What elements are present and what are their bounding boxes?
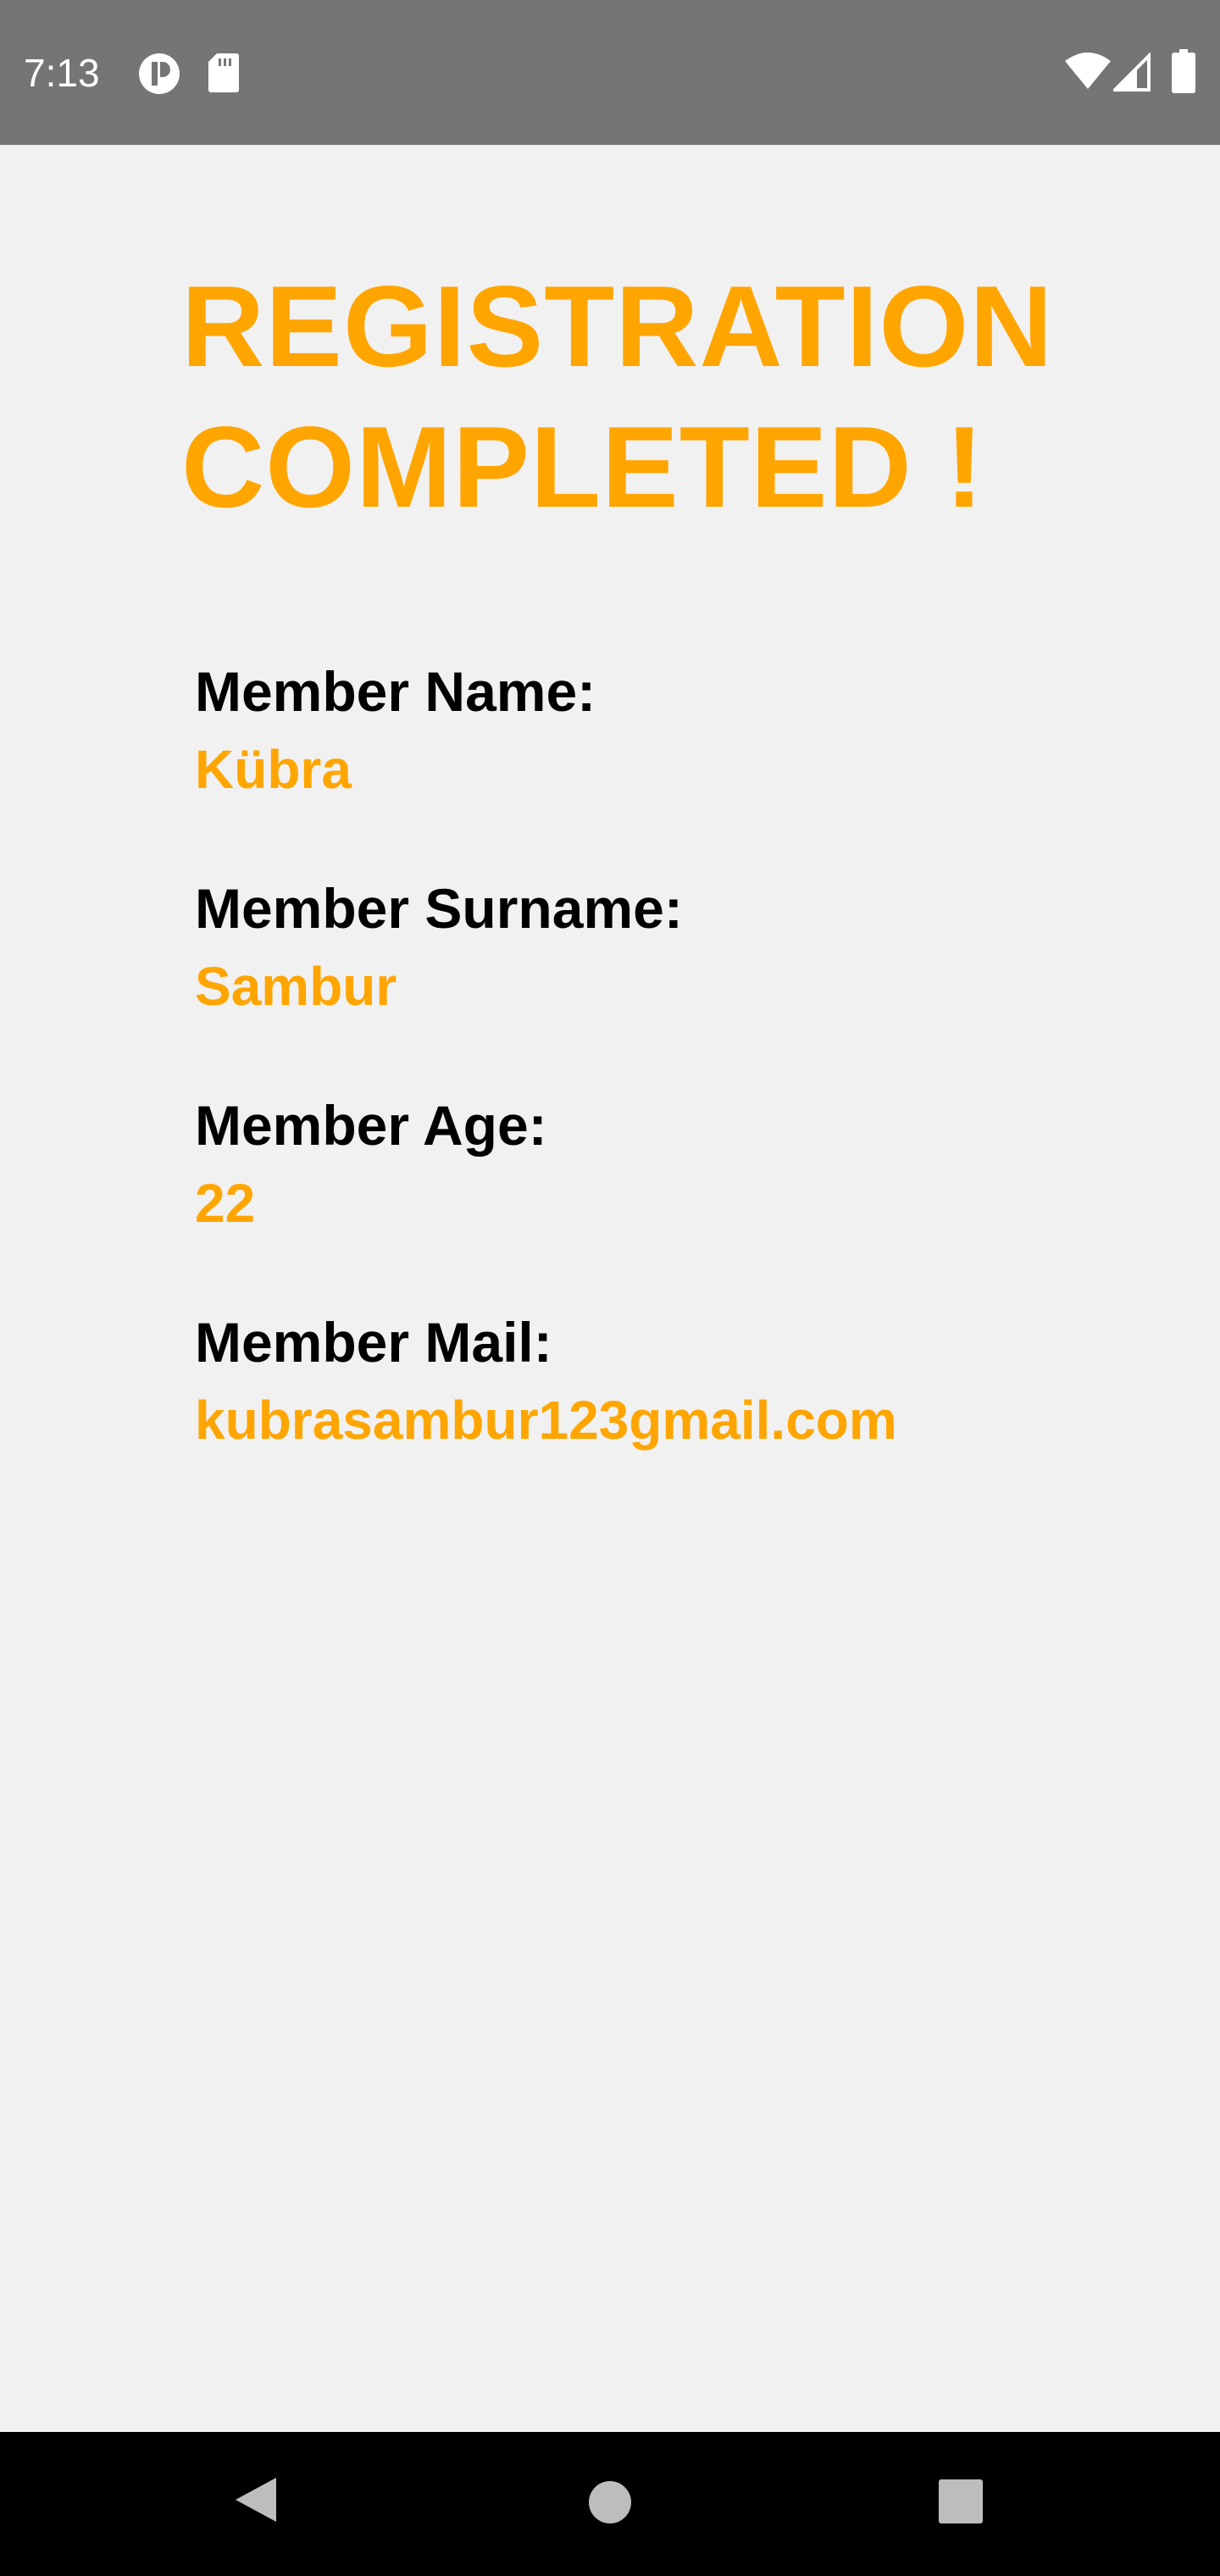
member-mail-label: Member Mail: xyxy=(195,1311,552,1374)
registration-completed-screen: 7:13 REGISTRATION COMPLETED ! Member Nam… xyxy=(0,0,1220,2576)
home-icon[interactable] xyxy=(588,2480,632,2524)
page-title: REGISTRATION COMPLETED ! xyxy=(181,256,1113,537)
notification-app-icon xyxy=(139,53,180,94)
member-name-field: Member Name: Kübra xyxy=(195,652,1127,808)
navigation-bar xyxy=(0,2432,1220,2576)
member-name-label: Member Name: xyxy=(195,660,596,723)
title-line-1: REGISTRATION xyxy=(181,262,1054,391)
recents-icon[interactable] xyxy=(939,2479,983,2523)
wifi-icon xyxy=(1065,53,1111,89)
member-mail-field: Member Mail: kubrasambur123gmail.com xyxy=(195,1303,1127,1459)
member-mail-value: kubrasambur123gmail.com xyxy=(195,1390,897,1451)
member-surname-value: Sambur xyxy=(195,956,397,1017)
member-age-value: 22 xyxy=(195,1173,256,1234)
back-icon[interactable] xyxy=(232,2474,280,2525)
member-surname-label: Member Surname: xyxy=(195,877,683,940)
member-age-field: Member Age: 22 xyxy=(195,1086,1127,1242)
member-name-value: Kübra xyxy=(195,739,352,800)
status-time: 7:13 xyxy=(24,51,100,95)
title-line-2: COMPLETED ! xyxy=(181,402,984,531)
member-age-label: Member Age: xyxy=(195,1094,547,1157)
sd-card-icon xyxy=(208,53,239,92)
member-surname-field: Member Surname: Sambur xyxy=(195,869,1127,1025)
cell-signal-icon xyxy=(1113,53,1151,92)
battery-icon xyxy=(1172,49,1195,93)
status-bar: 7:13 xyxy=(0,0,1220,145)
